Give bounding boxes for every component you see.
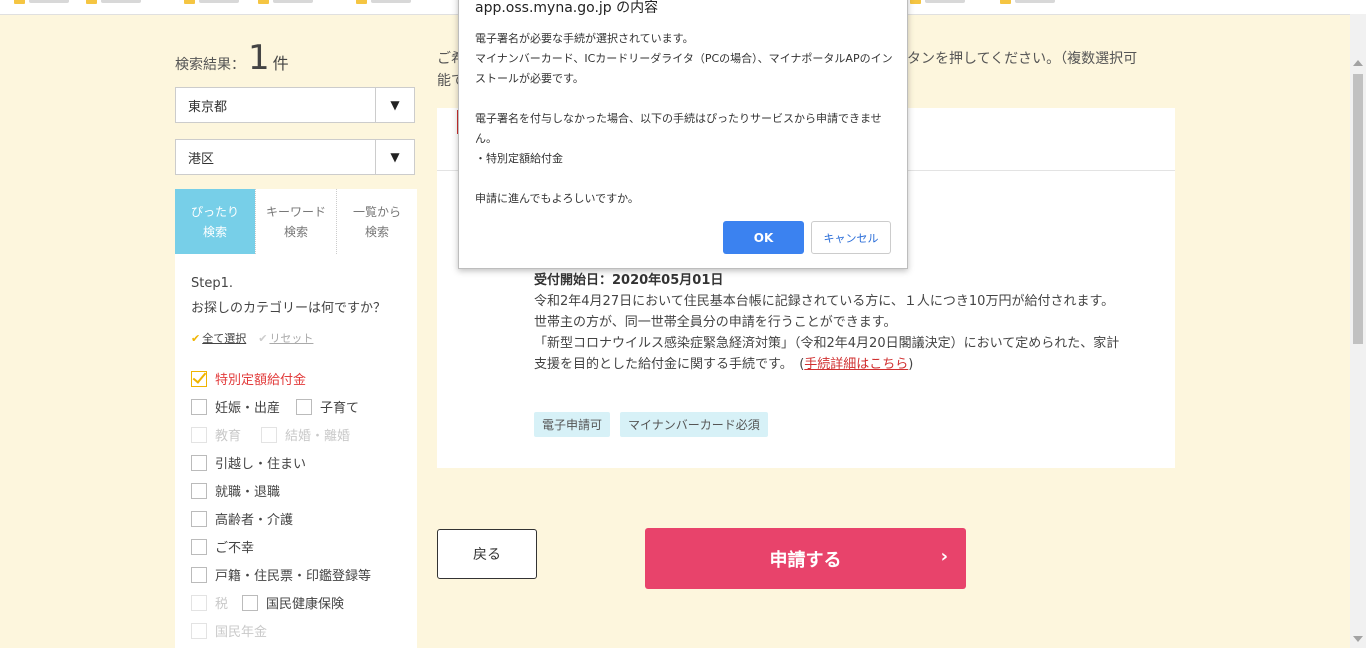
back-button[interactable]: 戻る	[437, 529, 537, 579]
cancel-button[interactable]: キャンセル	[811, 221, 891, 254]
bookmark-item[interactable]	[910, 0, 965, 5]
checkbox[interactable]	[242, 594, 259, 611]
category-health-insurance[interactable]: 国民健康保険	[242, 593, 344, 612]
checkbox[interactable]	[191, 566, 207, 583]
check-icon: ✔	[258, 332, 268, 345]
folder-icon	[14, 0, 25, 4]
apply-button[interactable]: 申請する ›	[645, 528, 966, 589]
scroll-down-icon[interactable]	[1353, 636, 1363, 642]
city-select[interactable]: 港区 ▼	[175, 139, 415, 175]
ok-button[interactable]: OK	[723, 221, 804, 254]
category-elderly[interactable]: 高齢者・介護	[191, 509, 293, 528]
checkbox[interactable]	[191, 482, 207, 499]
category-employment[interactable]: 就職・退職	[191, 481, 280, 500]
tag-mynumber-required: マイナンバーカード必須	[620, 412, 768, 437]
category-education: 教育	[191, 425, 241, 444]
bookmark-item[interactable]	[356, 0, 411, 5]
category-special-benefit[interactable]: 特別定額給付金	[191, 369, 306, 388]
category-tax: 税	[191, 593, 228, 612]
checkbox-disabled	[191, 594, 207, 611]
apply-label: 申請する	[769, 549, 842, 571]
step-question: お探しのカテゴリーは何ですか？	[191, 301, 387, 316]
checkbox-disabled	[191, 622, 207, 639]
category-row: 教育 結婚・離婚	[191, 425, 350, 444]
select-all-link[interactable]: ✔ 全て選択	[191, 330, 246, 346]
detail-link[interactable]: 手続詳細はこちら	[804, 357, 908, 372]
scroll-up-icon[interactable]	[1353, 60, 1363, 66]
bookmark-item[interactable]	[184, 0, 239, 5]
result-number: 1	[248, 38, 270, 78]
category-moving[interactable]: 引越し・住まい	[191, 453, 306, 472]
checkbox-checked[interactable]	[191, 370, 207, 387]
folder-icon	[910, 0, 921, 4]
folder-icon	[184, 0, 195, 4]
procedure-tags: 電子申請可 マイナンバーカード必須	[534, 412, 768, 437]
chevron-right-icon: ›	[940, 546, 948, 567]
description-line: 「新型コロナウイルス感染症緊急経済対策」（令和2年4月20日閣議決定）において定…	[534, 336, 1120, 372]
prefecture-value: 東京都	[188, 99, 228, 115]
result-count: 検索結果： 1 件	[175, 38, 289, 78]
check-icon: ✔	[191, 332, 201, 345]
prefecture-select[interactable]: 東京都 ▼	[175, 87, 415, 123]
folder-icon	[258, 0, 269, 4]
bookmark-item[interactable]	[86, 0, 141, 5]
checkbox-disabled	[191, 426, 207, 443]
folder-icon	[356, 0, 367, 4]
bookmark-item[interactable]	[258, 0, 313, 5]
description-line: 令和2年4月27日において住民基本台帳に記録されている方に、１人につき10万円が…	[534, 294, 1115, 309]
bookmark-item[interactable]	[1000, 0, 1055, 5]
category-pension: 国民年金	[191, 621, 267, 640]
step-title: Step1.	[191, 276, 234, 291]
instruction-right: タンを押してください。（複数選択可	[907, 51, 1138, 67]
search-tabs: ぴったり 検索 キーワード 検索 一覧から 検索	[175, 189, 417, 261]
tab-pittari-search[interactable]: ぴったり 検索	[175, 189, 255, 261]
category-pregnancy[interactable]: 妊娠・出産	[191, 397, 280, 416]
category-row: 妊娠・出産 子育て	[191, 397, 359, 416]
reset-link[interactable]: ✔ リセット	[258, 330, 313, 346]
bookmark-item[interactable]	[14, 0, 69, 5]
category-registry[interactable]: 戸籍・住民票・印鑑登録等	[191, 565, 371, 584]
page-scrollbar[interactable]	[1350, 14, 1366, 648]
tab-list-search[interactable]: 一覧から 検索	[336, 189, 417, 254]
confirm-dialog: app.oss.myna.go.jp の内容 電子署名が必要な手続が選択されてい…	[458, 0, 908, 269]
description-line: 世帯主の方が、同一世帯全員分の申請を行うことができます。	[534, 315, 897, 330]
category-row: 税 国民健康保険	[191, 593, 344, 612]
category-panel: Step1. お探しのカテゴリーは何ですか？ ✔ 全て選択 ✔ リセット 特別定額給…	[175, 254, 417, 648]
result-unit: 件	[272, 54, 289, 73]
folder-icon	[1000, 0, 1011, 4]
result-label: 検索結果：	[175, 57, 245, 73]
checkbox[interactable]	[296, 398, 313, 415]
category-childcare[interactable]: 子育て	[296, 397, 359, 416]
folder-icon	[86, 0, 97, 4]
dialog-title: app.oss.myna.go.jp の内容	[475, 0, 659, 16]
dialog-message: 電子署名が必要な手続が選択されています。 マイナンバーカード、ICカードリーダラ…	[475, 32, 893, 205]
procedure-description: 受付開始日：2020年05月01日 令和2年4月27日において住民基本台帳に記録…	[534, 270, 1124, 375]
checkbox[interactable]	[191, 510, 207, 527]
chevron-down-icon: ▼	[375, 140, 414, 174]
checkbox[interactable]	[191, 398, 207, 415]
city-value: 港区	[188, 151, 215, 167]
start-date: 受付開始日：2020年05月01日	[534, 273, 724, 288]
scroll-thumb[interactable]	[1353, 74, 1363, 344]
checkbox[interactable]	[191, 538, 207, 555]
tag-electronic-application: 電子申請可	[534, 412, 611, 437]
tab-keyword-search[interactable]: キーワード 検索	[255, 189, 336, 254]
category-marriage: 結婚・離婚	[261, 425, 350, 444]
checkbox-disabled	[261, 426, 278, 443]
chevron-down-icon: ▼	[375, 88, 414, 122]
select-actions: ✔ 全て選択 ✔ リセット	[191, 330, 313, 346]
checkbox[interactable]	[191, 454, 207, 471]
category-bereavement[interactable]: ご不幸	[191, 537, 254, 556]
